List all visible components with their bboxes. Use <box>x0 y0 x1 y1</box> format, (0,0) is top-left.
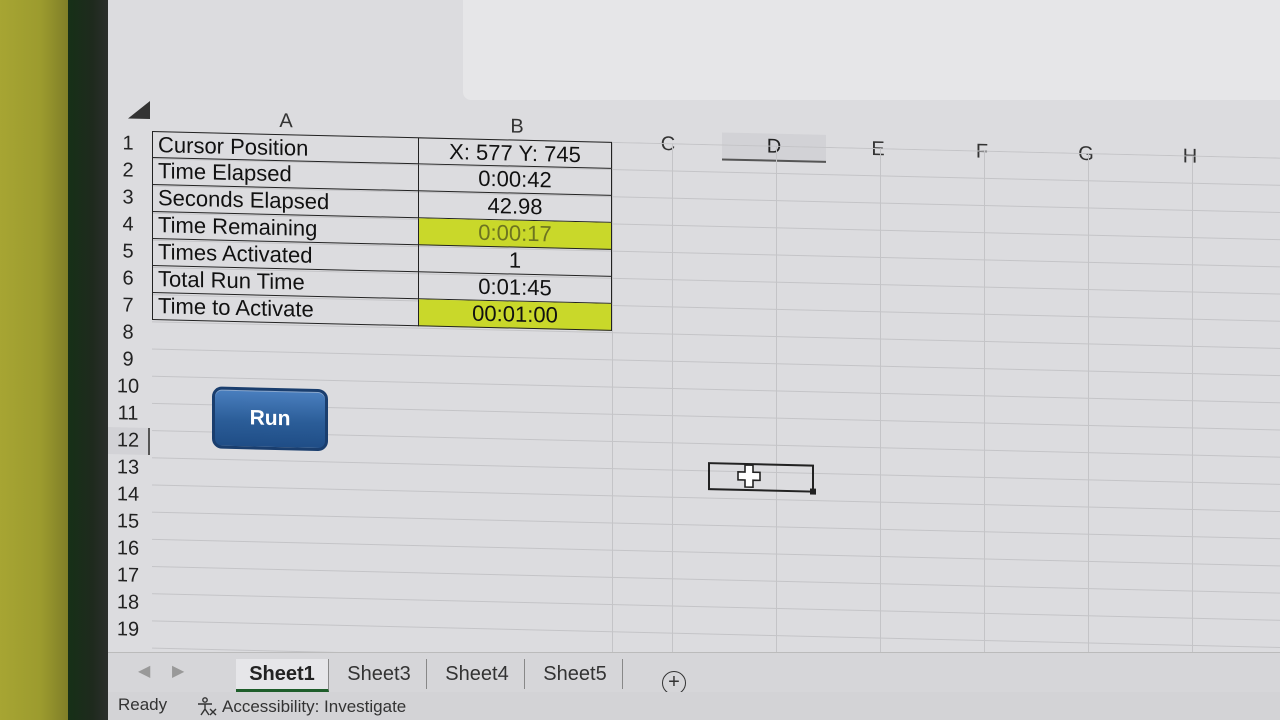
active-cell-d12[interactable] <box>708 462 816 495</box>
row-header-14[interactable]: 14 <box>108 481 148 509</box>
row-header-3[interactable]: 3 <box>108 184 148 212</box>
run-button[interactable]: Run <box>212 386 328 452</box>
row-header-17[interactable]: 17 <box>108 562 148 590</box>
ribbon-area <box>463 0 1280 100</box>
tab-sheet3[interactable]: Sheet3 <box>332 659 427 689</box>
accessibility-label: Accessibility: Investigate <box>222 697 407 716</box>
next-sheet-icon[interactable]: ▶ <box>172 661 184 681</box>
sheet-tabs-bar: ◀ ▶ Sheet1 Sheet3 Sheet4 Sheet5 + <box>108 652 1280 695</box>
row-header-4[interactable]: 4 <box>108 211 148 239</box>
cell-cursor-icon <box>737 464 761 489</box>
monitor-edge <box>68 0 108 720</box>
status-ready: Ready <box>118 695 168 714</box>
row-header-18[interactable]: 18 <box>108 589 148 617</box>
row-header-19[interactable]: 19 <box>108 616 148 644</box>
row-header-10[interactable]: 10 <box>108 373 148 401</box>
row-header-2[interactable]: 2 <box>108 157 148 185</box>
row-header-6[interactable]: 6 <box>108 265 148 293</box>
select-all-corner[interactable] <box>128 100 150 119</box>
row-header-8[interactable]: 8 <box>108 319 148 347</box>
row-header-12[interactable]: 12 <box>108 427 150 455</box>
row-header-1[interactable]: 1 <box>108 130 148 158</box>
tab-sheet4[interactable]: Sheet4 <box>430 659 525 689</box>
tab-sheet1[interactable]: Sheet1 <box>236 659 329 692</box>
spreadsheet-grid: A B C D E F G H 1 2 3 4 5 6 7 8 9 10 11 … <box>108 90 1280 678</box>
row-header-13[interactable]: 13 <box>108 454 148 482</box>
row-header-9[interactable]: 9 <box>108 346 148 374</box>
prev-sheet-icon[interactable]: ◀ <box>138 661 150 681</box>
accessibility-status[interactable]: Accessibility: Investigate <box>196 697 406 717</box>
accessibility-icon <box>198 697 217 716</box>
row-header-7[interactable]: 7 <box>108 292 148 320</box>
monitor-bezel <box>0 0 68 720</box>
excel-window: A B C D E F G H 1 2 3 4 5 6 7 8 9 10 11 … <box>108 0 1280 720</box>
cell-b7[interactable]: 00:01:00 <box>418 299 612 331</box>
status-bar: Ready Accessibility: Investigate <box>108 692 1280 720</box>
row-header-15[interactable]: 15 <box>108 508 148 536</box>
row-header-16[interactable]: 16 <box>108 535 148 563</box>
row-header-5[interactable]: 5 <box>108 238 148 266</box>
tab-sheet5[interactable]: Sheet5 <box>528 659 623 689</box>
row-header-11[interactable]: 11 <box>108 400 148 428</box>
fill-handle[interactable] <box>810 488 816 495</box>
